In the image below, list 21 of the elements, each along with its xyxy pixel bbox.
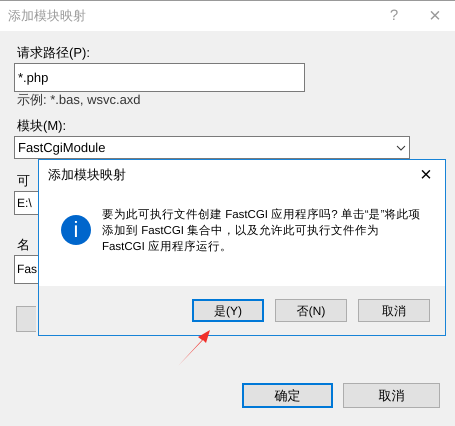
dialog-button[interactable]: 取消 (358, 299, 430, 322)
input-field[interactable]: Fas (14, 255, 38, 284)
window-title: 添加模块映射 (8, 7, 86, 26)
field-label: 名 (17, 236, 30, 254)
dialog-button[interactable]: 确定 (242, 383, 333, 408)
dialog-button[interactable]: 是(Y) (192, 299, 264, 322)
field-label: 可 (17, 172, 30, 190)
message-box-title: 添加模块映射 (48, 166, 126, 184)
close-button[interactable]: × (411, 160, 441, 190)
message-text: 要为此可执行文件创建 FastCGI 应用程序吗? 单击“是”将此项添加到 FastCGI 集合中，以及允许此可执行文件作为 FastCGI 应用程序运行。 (102, 207, 422, 255)
input-field[interactable]: E:\ (14, 191, 38, 215)
field-label: 请求路径(P): (17, 44, 91, 62)
button[interactable] (16, 306, 36, 332)
input-field[interactable]: *.php (14, 63, 305, 92)
field-label: 模块(M): (17, 117, 68, 135)
dropdown[interactable]: FastCgiModule (14, 136, 410, 159)
chevron-down-icon (396, 144, 406, 150)
hint-text: 示例: *.bas, wsvc.axd (17, 92, 142, 108)
dialog-button[interactable]: 否(N) (275, 299, 347, 322)
dialog-button[interactable]: 取消 (343, 383, 440, 408)
info-icon: i (61, 215, 91, 245)
